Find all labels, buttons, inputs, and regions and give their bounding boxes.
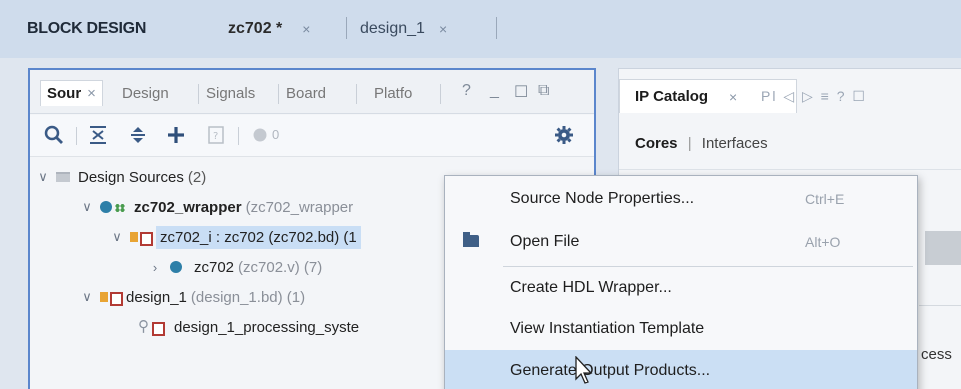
gear-icon[interactable] (552, 123, 576, 147)
subtab-divider: | (687, 135, 692, 152)
menu-item-label: Open File (510, 233, 580, 250)
tab-label: design_1 (360, 20, 425, 37)
node-label: zc702 (194, 258, 235, 276)
tab-divider (440, 84, 441, 104)
tab-label: Sour (47, 85, 82, 102)
tab-zc702[interactable]: zc702 * × (228, 16, 310, 42)
tab-label: zc702 * (228, 20, 283, 37)
chevron-down-icon[interactable]: ∨ (80, 199, 94, 215)
tab-divider (496, 17, 497, 39)
tab-divider (278, 84, 279, 104)
menu-item-label: Source Node Properties... (510, 190, 695, 207)
divider (919, 305, 961, 306)
block-design-icon (100, 290, 123, 306)
ip-instance-icon (138, 317, 168, 336)
menu-shortcut: Ctrl+E (805, 191, 845, 207)
close-icon[interactable]: × (302, 21, 310, 37)
node-count: (2) (187, 168, 207, 186)
close-icon[interactable]: × (729, 89, 737, 105)
chevron-right-icon[interactable]: › (148, 260, 162, 275)
chevron-down-icon[interactable]: ∨ (80, 289, 94, 305)
block-design-header: BLOCK DESIGN zc702 * × design_1 × (0, 0, 961, 58)
menu-item-view-instantiation-template[interactable]: View Instantiation Template (445, 308, 917, 351)
verilog-module-icon (170, 261, 182, 273)
messages-icon[interactable] (248, 123, 272, 147)
header-title: BLOCK DESIGN (27, 20, 147, 37)
menu-item-open-file[interactable]: Open File Alt+O (445, 221, 917, 264)
catalog-row-text: cess (921, 346, 952, 363)
chevron-down-icon[interactable]: ∨ (110, 229, 124, 245)
node-detail: (design_1.bd) (1) (190, 288, 306, 306)
menu-shortcut: Alt+O (805, 234, 841, 250)
toolbar-divider (76, 127, 77, 145)
sources-toolbar: ? 0 (30, 115, 594, 157)
close-icon[interactable]: × (439, 21, 447, 37)
hdl-wrapper-icon (100, 200, 128, 214)
sources-tab-bar: Sour × Design Signals Board Platfo ? _ ☐… (30, 70, 594, 114)
context-menu: Source Node Properties... Ctrl+E Open Fi… (444, 175, 918, 389)
node-label: zc702_wrapper (134, 198, 242, 216)
tab-cores[interactable]: Cores (635, 135, 678, 152)
tab-signals[interactable]: Signals (206, 80, 255, 106)
divider (619, 169, 961, 170)
expand-all-icon[interactable] (126, 123, 150, 147)
ip-catalog-title: IP Catalog (635, 88, 709, 105)
menu-item-create-hdl-wrapper[interactable]: Create HDL Wrapper... (445, 267, 917, 310)
menu-item-label: Generate Output Products... (510, 362, 711, 379)
tab-design-1[interactable]: design_1 × (360, 16, 447, 42)
source-file-properties-icon[interactable]: ? (204, 123, 228, 147)
tab-divider (356, 84, 357, 104)
menu-item-generate-output-products[interactable]: Generate Output Products... (445, 350, 917, 389)
tab-board[interactable]: Board (286, 80, 326, 106)
node-label: design_1_processing_syste (174, 318, 360, 336)
menu-item-label: Create HDL Wrapper... (510, 279, 672, 296)
block-design-icon (130, 230, 153, 246)
search-icon[interactable] (42, 123, 66, 147)
node-label: Design Sources (78, 168, 184, 186)
menu-item-source-node-properties[interactable]: Source Node Properties... Ctrl+E (445, 178, 917, 221)
messages-count: 0 (272, 127, 280, 142)
folder-open-icon (463, 232, 479, 247)
add-sources-icon[interactable] (164, 123, 188, 147)
float-icon[interactable]: ⧉ (538, 82, 549, 100)
tab-platform[interactable]: Platfo (374, 80, 412, 106)
tab-design[interactable]: Design (122, 80, 169, 106)
maximize-icon[interactable]: ☐ (514, 82, 528, 102)
tab-divider (198, 84, 199, 104)
tab-sources[interactable]: Sour × (40, 80, 103, 106)
svg-text:?: ? (213, 131, 218, 142)
chevron-down-icon[interactable]: ∨ (36, 169, 50, 185)
close-icon[interactable]: × (87, 85, 96, 102)
tab-divider (346, 17, 347, 39)
catalog-header-cell (925, 231, 961, 265)
collapse-all-icon[interactable] (86, 123, 110, 147)
ip-catalog-subtabs: Cores | Interfaces (635, 135, 768, 152)
node-label: zc702_i : zc702 (zc702.bd) (1 (156, 225, 361, 249)
node-detail: (zc702_wrapper (245, 198, 354, 216)
node-label: design_1 (126, 288, 187, 306)
minimize-icon[interactable]: _ (490, 82, 499, 100)
folder-icon (56, 172, 70, 182)
panel-tab-controls[interactable]: Pl ◁ ▷ ≡ ? ☐ (761, 88, 867, 105)
mouse-pointer-icon (575, 356, 593, 384)
tab-interfaces[interactable]: Interfaces (702, 135, 768, 152)
help-icon[interactable]: ? (462, 82, 471, 100)
node-detail: (zc702.v) (7) (238, 258, 323, 276)
menu-item-label: View Instantiation Template (510, 320, 705, 337)
toolbar-divider (238, 127, 239, 145)
